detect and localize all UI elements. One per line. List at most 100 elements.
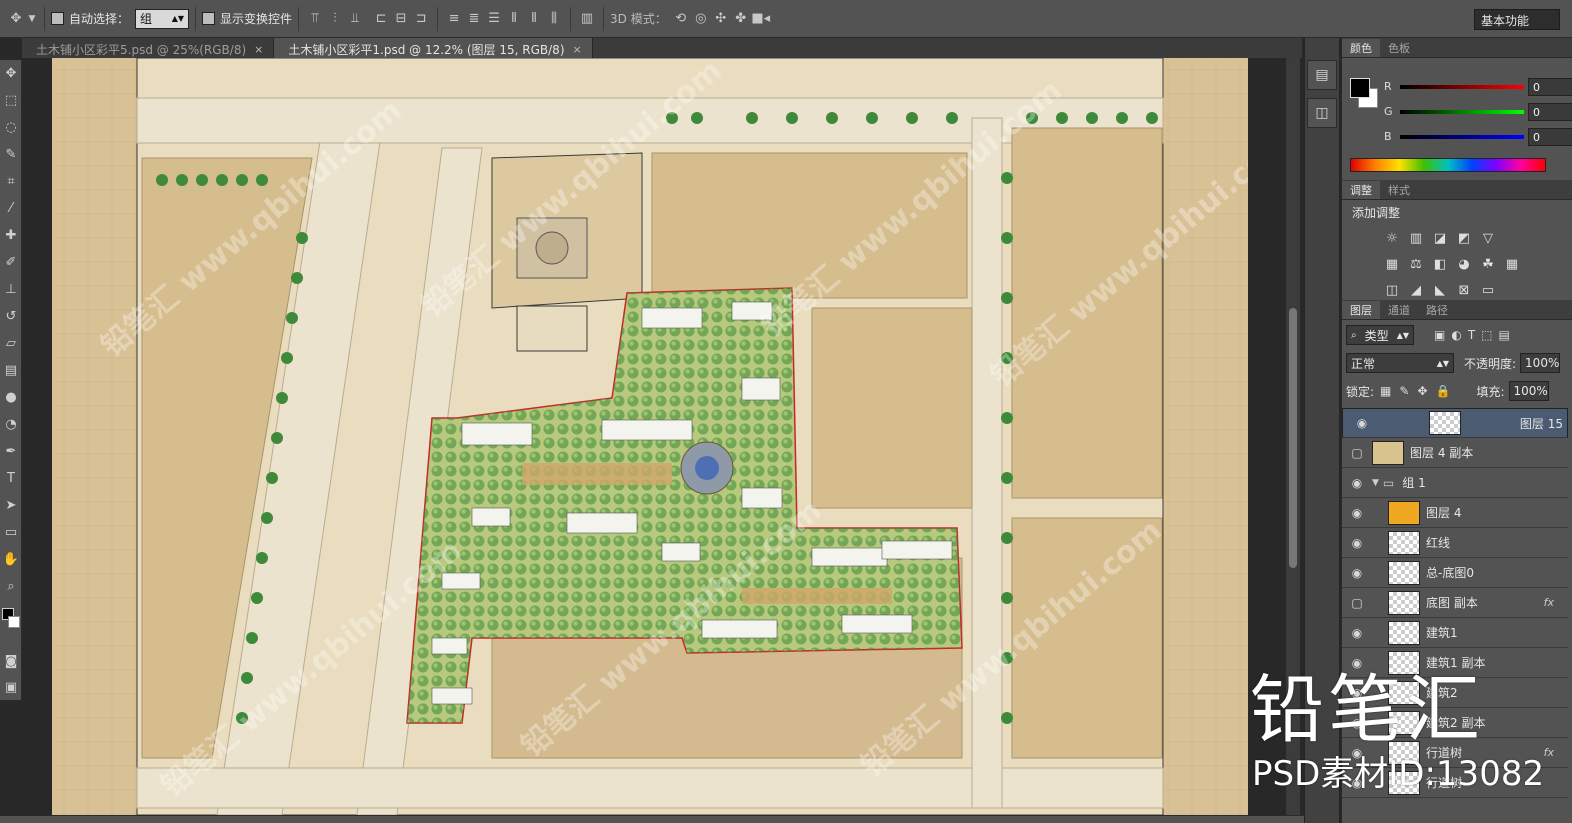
opacity-input[interactable]: 100% (1520, 353, 1561, 373)
group-row[interactable]: ◉ ▼ ▭ 组 1 (1342, 468, 1568, 498)
clone-stamp-tool-icon[interactable]: ⊥ (0, 276, 22, 303)
distribute-hcenter-icon[interactable]: ⫴ (524, 9, 544, 29)
lock-pixels-icon[interactable]: ✎ (1399, 384, 1409, 398)
foreground-background-swatch[interactable] (2, 608, 20, 630)
photo-filter-icon[interactable]: ◕ (1452, 254, 1476, 274)
properties-panel-icon[interactable]: ◫ (1307, 98, 1337, 128)
close-icon[interactable]: × (254, 43, 263, 56)
layer-filter-dropdown[interactable]: ⌕ 类型 ▲▼ (1346, 325, 1414, 345)
exposure-icon[interactable]: ◩ (1452, 228, 1476, 248)
green-slider[interactable]: G 0 (1384, 103, 1572, 123)
shape-filter-icon[interactable]: ⬚ (1481, 328, 1492, 342)
tab-color[interactable]: 颜色 (1342, 39, 1380, 57)
distribute-vcenter-icon[interactable]: ≣ (464, 9, 484, 29)
show-transform-checkbox[interactable] (202, 12, 216, 25)
layer-row[interactable]: ◉ 红线 (1342, 528, 1568, 558)
background-color-swatch[interactable] (8, 616, 20, 628)
canvas-area[interactable]: 铅笔汇 www.qbihui.com 铅笔汇 www.qbihui.com 铅笔… (22, 58, 1300, 815)
pen-tool-icon[interactable]: ✒ (0, 438, 22, 465)
chevron-down-icon[interactable]: ▼ (1372, 478, 1379, 488)
path-select-tool-icon[interactable]: ➤ (0, 492, 22, 519)
layer-row[interactable]: ▢ 图层 4 副本 (1342, 438, 1568, 468)
tab-adjustments[interactable]: 调整 (1342, 181, 1380, 199)
tab-layers[interactable]: 图层 (1342, 301, 1380, 319)
gradient-tool-icon[interactable]: ▤ (0, 357, 22, 384)
red-slider[interactable]: R 0 (1384, 78, 1572, 98)
adjustment-filter-icon[interactable]: ◐ (1451, 328, 1461, 342)
blur-tool-icon[interactable]: ● (0, 384, 22, 411)
layer-effects-icon[interactable]: fx (1544, 746, 1554, 759)
threshold-icon[interactable]: ◣ (1428, 280, 1452, 300)
distribute-right-icon[interactable]: ⫼ (544, 9, 564, 29)
visibility-eye-icon[interactable]: ◉ (1342, 566, 1372, 580)
tab-channels[interactable]: 通道 (1380, 301, 1418, 319)
black-white-icon[interactable]: ◧ (1428, 254, 1452, 274)
selective-color-icon[interactable]: ⊠ (1452, 280, 1476, 300)
smart-object-filter-icon[interactable]: ▤ (1499, 328, 1510, 342)
quick-select-tool-icon[interactable]: ✎ (0, 141, 22, 168)
auto-select-checkbox[interactable] (51, 12, 64, 25)
distribute-left-icon[interactable]: ⦀ (504, 9, 524, 29)
color-lookup-icon[interactable]: ▦ (1500, 254, 1524, 274)
blue-value-input[interactable]: 0 (1528, 128, 1572, 146)
foreground-color-swatch[interactable] (1350, 78, 1370, 98)
visibility-eye-icon[interactable]: ◉ (1342, 476, 1372, 490)
layer-row[interactable]: ◉ 图层 4 (1342, 498, 1568, 528)
document-canvas[interactable]: 铅笔汇 www.qbihui.com 铅笔汇 www.qbihui.com 铅笔… (52, 58, 1248, 815)
align-bottom-icon[interactable]: ⫫ (345, 9, 365, 29)
orbit-3d-icon[interactable]: ⟲ (671, 9, 691, 29)
lasso-tool-icon[interactable]: ◌ (0, 114, 22, 141)
color-balance-icon[interactable]: ⚖ (1404, 254, 1428, 274)
red-track[interactable] (1400, 85, 1524, 89)
color-spectrum-bar[interactable] (1350, 158, 1546, 172)
brightness-icon[interactable]: ☼ (1380, 228, 1404, 248)
scrollbar-thumb[interactable] (1289, 308, 1297, 568)
workspace-switcher[interactable]: 基本功能 (1474, 9, 1560, 30)
visibility-eye-icon[interactable]: ◉ (1347, 416, 1377, 430)
pixel-filter-icon[interactable]: ▣ (1434, 328, 1445, 342)
lock-position-icon[interactable]: ✥ (1417, 384, 1427, 398)
layer-effects-icon[interactable]: fx (1544, 596, 1554, 609)
visibility-toggle-empty[interactable]: ▢ (1342, 446, 1372, 460)
distribute-top-icon[interactable]: ≡ (444, 9, 464, 29)
tab-document-1[interactable]: 土木铺小区彩平5.psd @ 25%(RGB/8) × (22, 38, 275, 58)
quick-mask-icon[interactable]: ◙ (0, 648, 22, 675)
distribute-bottom-icon[interactable]: ☰ (484, 9, 504, 29)
auto-select-dropdown[interactable]: 组 ▲▼ (135, 8, 190, 29)
drag-3d-icon[interactable]: ✣ (711, 9, 731, 29)
posterize-icon[interactable]: ◢ (1404, 280, 1428, 300)
align-vcenter-icon[interactable]: ⫶ (325, 9, 345, 29)
green-value-input[interactable]: 0 (1528, 103, 1572, 121)
red-value-input[interactable]: 0 (1528, 78, 1572, 96)
blend-mode-dropdown[interactable]: 正常 ▲▼ (1346, 353, 1454, 373)
align-right-icon[interactable]: ⊐ (411, 9, 431, 29)
camera-3d-icon[interactable]: ■◂ (751, 9, 771, 29)
close-icon[interactable]: × (573, 43, 582, 56)
align-hcenter-icon[interactable]: ⊟ (391, 9, 411, 29)
visibility-eye-icon[interactable]: ◉ (1342, 506, 1372, 520)
brush-tool-icon[interactable]: ✐ (0, 249, 22, 276)
hue-saturation-icon[interactable]: ▦ (1380, 254, 1404, 274)
layer-row[interactable]: ◉ 图层 15 (1342, 408, 1568, 438)
layer-row[interactable]: ◉ 建筑1 (1342, 618, 1568, 648)
fill-input[interactable]: 100% (1508, 381, 1549, 401)
move-tool-icon[interactable]: ✥ (0, 60, 22, 87)
visibility-eye-icon[interactable]: ◉ (1342, 626, 1372, 640)
tab-document-2[interactable]: 土木铺小区彩平1.psd @ 12.2% (图层 15, RGB/8) × (274, 38, 593, 58)
gradient-map-icon[interactable]: ▭ (1476, 280, 1500, 300)
curves-icon[interactable]: ◪ (1428, 228, 1452, 248)
screen-mode-icon[interactable]: ▣ (0, 674, 22, 701)
zoom-tool-icon[interactable]: ⌕ (0, 573, 22, 600)
visibility-toggle-empty[interactable]: ▢ (1342, 596, 1372, 610)
tab-swatches[interactable]: 色板 (1380, 39, 1418, 57)
levels-icon[interactable]: ▥ (1404, 228, 1428, 248)
align-top-icon[interactable]: ⫪ (305, 9, 325, 29)
marquee-tool-icon[interactable]: ⬚ (0, 87, 22, 114)
slide-3d-icon[interactable]: ✤ (731, 9, 751, 29)
layer-row[interactable]: ◉ 总-底图0 (1342, 558, 1568, 588)
type-filter-icon[interactable]: T (1468, 328, 1475, 342)
auto-align-icon[interactable]: ▥ (577, 9, 597, 29)
channel-mixer-icon[interactable]: ☘ (1476, 254, 1500, 274)
layer-row[interactable]: ▢ 底图 副本 fx (1342, 588, 1568, 618)
visibility-eye-icon[interactable]: ◉ (1342, 536, 1372, 550)
